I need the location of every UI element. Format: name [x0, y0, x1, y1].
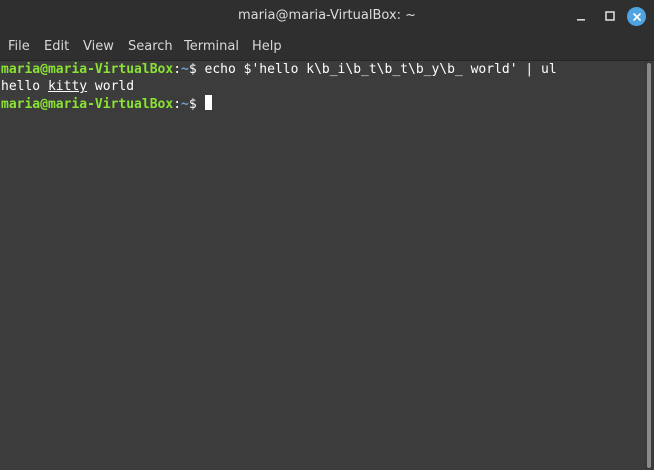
title-bar[interactable]: maria@maria-VirtualBox: ~: [0, 0, 654, 33]
prompt-path-2: ~: [181, 97, 189, 112]
text-cursor: [204, 95, 212, 110]
prompt-user: maria@maria-VirtualBox: [1, 62, 174, 77]
menu-edit[interactable]: Edit: [44, 39, 69, 54]
prompt-symbol-2: $: [188, 97, 205, 112]
terminal-window: maria@maria-VirtualBox: ~ File Edit View…: [0, 0, 654, 470]
menu-file[interactable]: File: [8, 39, 30, 54]
command-text: echo $'hello k\b_i\b_t\b_t\b_y\b_ world'…: [204, 62, 557, 77]
menu-bar: File Edit View Search Terminal Help: [0, 33, 654, 61]
prompt-user-2: maria@maria-VirtualBox: [1, 97, 174, 112]
menu-view[interactable]: View: [83, 39, 114, 54]
prompt-colon: :: [173, 62, 182, 77]
output-line: hello kitty world: [1, 78, 645, 95]
close-button[interactable]: [627, 7, 646, 26]
window-title: maria@maria-VirtualBox: ~: [237, 8, 417, 23]
prompt-symbol: $: [188, 62, 205, 77]
menu-search[interactable]: Search: [128, 39, 173, 54]
prompt-path: ~: [181, 62, 189, 77]
maximize-button[interactable]: [601, 7, 619, 25]
command-line: maria@maria-VirtualBox:~$ echo $'hello k…: [1, 61, 645, 78]
menu-terminal[interactable]: Terminal: [184, 39, 239, 54]
terminal-output[interactable]: maria@maria-VirtualBox:~$ echo $'hello k…: [0, 61, 645, 470]
output-underlined: kitty: [47, 79, 88, 94]
close-icon: [632, 12, 641, 21]
output-before: hello: [1, 79, 48, 94]
minimize-button[interactable]: [572, 7, 590, 25]
active-prompt-line: maria@maria-VirtualBox:~$: [1, 95, 645, 112]
minimize-icon: [577, 19, 585, 21]
prompt-colon-2: :: [173, 97, 182, 112]
vertical-scrollbar[interactable]: [644, 61, 654, 470]
output-after: world: [87, 79, 135, 94]
maximize-icon: [605, 11, 615, 21]
scrollbar-thumb[interactable]: [647, 63, 651, 468]
menu-help[interactable]: Help: [252, 39, 282, 54]
